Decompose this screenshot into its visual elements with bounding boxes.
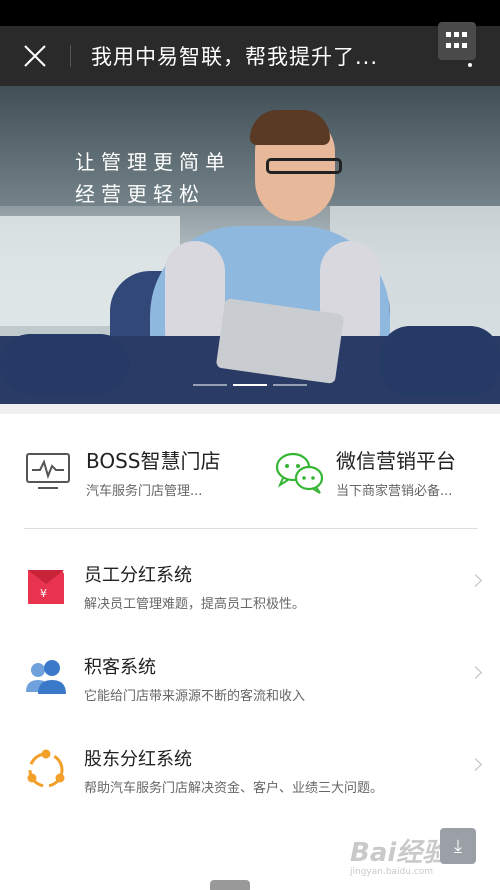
close-icon bbox=[24, 45, 46, 67]
list-item-desc: 它能给门店带来源源不断的客流和收入 bbox=[84, 688, 306, 704]
red-envelope-icon: ¥ bbox=[24, 564, 68, 608]
list-item-desc: 解决员工管理难题，提高员工积极性。 bbox=[84, 596, 306, 612]
svg-text:¥: ¥ bbox=[40, 587, 47, 600]
system-list: ¥ 员工分红系统 解决员工管理难题，提高员工积极性。 积客系统 它能给门店带来源… bbox=[0, 540, 500, 816]
list-item-title: 员工分红系统 bbox=[84, 564, 192, 586]
carousel-dot[interactable] bbox=[193, 384, 227, 386]
slogan-line-2: 经营更轻松 bbox=[75, 182, 205, 206]
grid-menu-icon[interactable] bbox=[438, 22, 476, 60]
download-button[interactable]: ⤓ bbox=[440, 828, 476, 864]
banner-slogan: 让管理更简单 经营更轻松 bbox=[75, 146, 231, 210]
list-item-employee-dividend[interactable]: ¥ 员工分红系统 解决员工管理难题，提高员工积极性。 bbox=[0, 540, 500, 632]
people-icon bbox=[24, 656, 68, 700]
slogan-line-1: 让管理更简单 bbox=[75, 150, 231, 174]
list-item-title: 积客系统 bbox=[84, 656, 156, 678]
download-icon: ⤓ bbox=[454, 835, 462, 857]
monitor-pulse-icon bbox=[24, 448, 72, 496]
watermark-url: jingyan.baidu.com bbox=[350, 867, 434, 877]
wechat-icon bbox=[274, 448, 324, 496]
list-item-shareholder-dividend[interactable]: 股东分红系统 帮助汽车服务门店解决资金、客户、业绩三大问题。 bbox=[0, 724, 500, 816]
close-button[interactable] bbox=[0, 26, 70, 86]
feature-subtitle: 汽车服务门店管理... bbox=[86, 483, 203, 499]
chevron-right-icon bbox=[469, 574, 482, 587]
feature-wechat-marketing[interactable]: 微信营销平台 当下商家营销必备... bbox=[250, 414, 500, 529]
feature-title: BOSS智慧门店 bbox=[86, 448, 221, 473]
nav-bar: 我用中易智联，帮我提升了... bbox=[0, 26, 500, 86]
banner-carousel[interactable]: 让管理更简单 经营更轻松 bbox=[0, 86, 500, 404]
feature-title: 微信营销平台 bbox=[336, 448, 456, 473]
list-item-customer-system[interactable]: 积客系统 它能给门店带来源源不断的客流和收入 bbox=[0, 632, 500, 724]
carousel-dot-active[interactable] bbox=[233, 384, 267, 386]
bottom-image-peek bbox=[210, 880, 250, 890]
feature-row: BOSS智慧门店 汽车服务门店管理... 微信营销平台 当下商家营销必备... bbox=[0, 414, 500, 529]
circle-dots-icon bbox=[24, 748, 68, 792]
carousel-dot[interactable] bbox=[273, 384, 307, 386]
list-item-desc: 帮助汽车服务门店解决资金、客户、业绩三大问题。 bbox=[84, 780, 384, 796]
status-bar bbox=[0, 0, 500, 26]
baidu-watermark: Bai经验 jingyan.baidu.com bbox=[350, 832, 448, 877]
feature-subtitle: 当下商家营销必备... bbox=[336, 483, 453, 499]
divider bbox=[24, 528, 478, 529]
feature-boss-store[interactable]: BOSS智慧门店 汽车服务门店管理... bbox=[0, 414, 250, 529]
watermark-brand: Bai bbox=[350, 838, 397, 868]
chevron-right-icon bbox=[469, 666, 482, 679]
page-title: 我用中易智联，帮我提升了... bbox=[91, 45, 379, 69]
section-gap bbox=[0, 404, 500, 414]
nav-divider bbox=[70, 45, 71, 67]
list-item-title: 股东分红系统 bbox=[84, 748, 192, 770]
carousel-indicator bbox=[0, 384, 500, 386]
chevron-right-icon bbox=[469, 758, 482, 771]
